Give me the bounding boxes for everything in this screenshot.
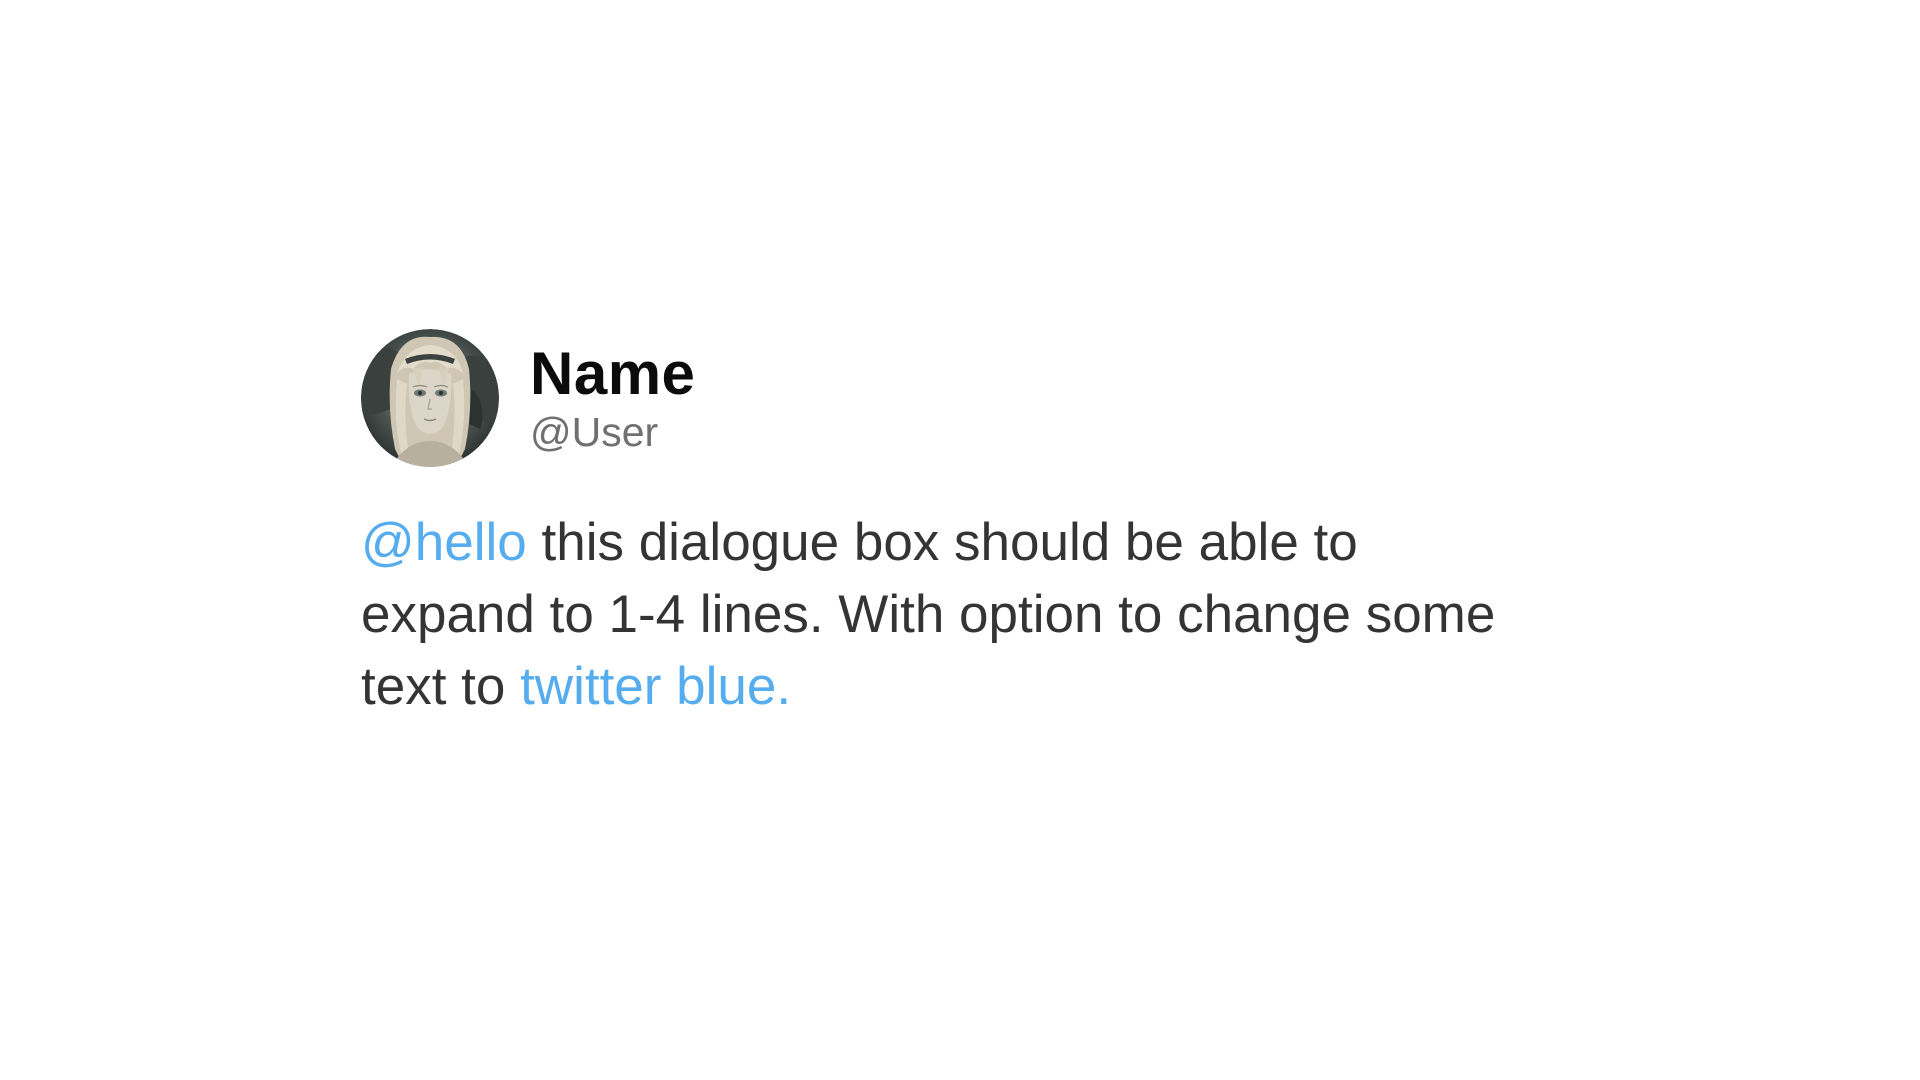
tweet-card: Name @User @hello this dialogue box shou… [361,329,1561,723]
highlighted-text: twitter blue. [520,657,792,716]
tweet-header: Name @User [361,329,1561,467]
display-name[interactable]: Name [530,341,695,407]
mention-link[interactable]: @hello [361,513,527,572]
tweet-text: @hello this dialogue box should be able … [361,507,1521,723]
avatar[interactable] [361,329,499,467]
user-handle[interactable]: @User [530,409,695,455]
user-identity: Name @User [530,341,695,456]
